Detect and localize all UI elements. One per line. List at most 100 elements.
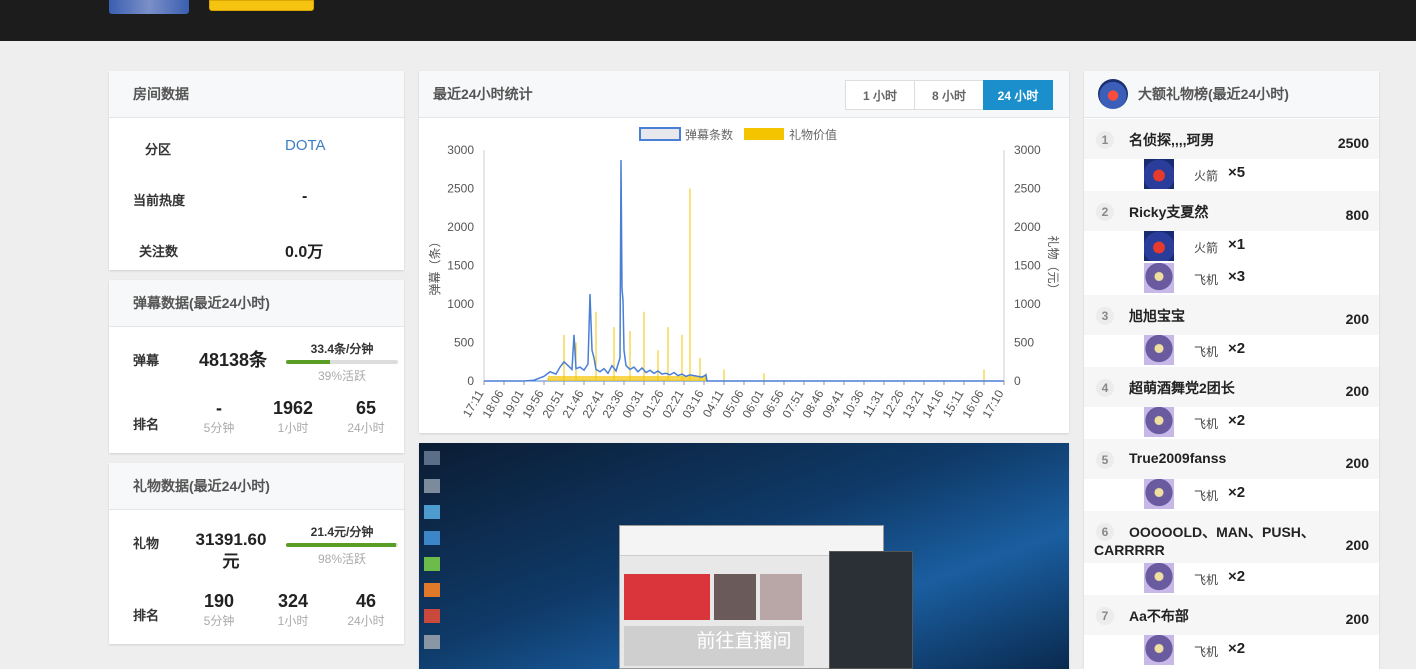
rank-gift-value: 200 xyxy=(1345,383,1369,399)
gift-rate: 21.4元/分钟 xyxy=(310,525,374,539)
x-tick-label: 03:16 xyxy=(679,387,706,420)
rank-number: 6 xyxy=(1096,523,1114,541)
stats-chart-card: 最近24小时统计 1 小时 8 小时 24 小时 0 0 500 500 1000 100… xyxy=(419,71,1069,433)
danmu-active-text: 39%活跃 xyxy=(317,369,367,383)
desktop-icon xyxy=(424,531,440,545)
gift-name: 火箭 xyxy=(1194,169,1219,183)
legend-label-danmu: 弹幕条数 xyxy=(685,127,733,142)
rank-number: 7 xyxy=(1096,607,1114,625)
gift-ranking-header: 大额礼物榜(最近24小时) xyxy=(1084,71,1379,118)
y-tick-label-left: 0 xyxy=(467,374,474,388)
plane-gift-icon xyxy=(1144,479,1174,509)
gift-rank-5min: 190 5分钟 xyxy=(189,591,249,629)
rank-user-name[interactable]: 超萌酒舞党2团长 xyxy=(1129,378,1235,398)
rank-user-name[interactable]: Ricky支夏然 xyxy=(1129,202,1208,222)
gift-count: ×2 xyxy=(1228,412,1246,429)
gift-name: 飞机 xyxy=(1194,273,1219,287)
gift-active-text: 98%活跃 xyxy=(317,552,367,566)
rank-gift-value: 200 xyxy=(1345,455,1369,471)
legend-swatch-danmu xyxy=(639,127,681,141)
rank-user-name-continued[interactable]: CARRRRR xyxy=(1094,542,1165,558)
stream-thumb xyxy=(624,574,710,620)
plane-gift-icon xyxy=(1144,635,1174,665)
y-tick-label-right: 2000 xyxy=(1014,220,1041,234)
followers-value-text: 0.0万 xyxy=(285,244,324,261)
rocket-badge-icon xyxy=(1098,79,1128,109)
rank-user-name[interactable]: OOOOOLD、MAN、PUSH、 xyxy=(1129,522,1315,542)
y-tick-label-left: 500 xyxy=(454,336,474,350)
desktop-icon xyxy=(424,479,440,493)
x-tick-label: 17:10 xyxy=(979,387,1006,420)
heat-value-text: - xyxy=(302,188,308,205)
rank-number: 3 xyxy=(1096,307,1114,325)
rank-gift-value: 200 xyxy=(1345,537,1369,553)
desktop-icon xyxy=(424,451,440,465)
rank-user-name[interactable]: True2009fanss xyxy=(1129,450,1226,466)
rank-user-name[interactable]: 名侦探,,,,珂男 xyxy=(1129,130,1215,150)
gift-count: ×2 xyxy=(1228,484,1246,501)
legend-label-gift: 礼物价值 xyxy=(789,127,837,142)
danmu-rank-5min: - 5分钟 xyxy=(189,398,249,436)
rank-user-name[interactable]: Aa不布部 xyxy=(1129,606,1189,626)
y-axis-label-left: 弹幕（条） xyxy=(428,235,442,295)
follow-button[interactable] xyxy=(209,0,314,11)
y-tick-label-left: 3000 xyxy=(447,143,474,157)
danmu-rank-24h-period: 24小时 xyxy=(347,421,385,435)
rocket-gift-icon xyxy=(1144,231,1174,261)
go-to-live-room-link[interactable]: 前往直播间 xyxy=(419,626,1069,653)
rank-user-name[interactable]: 旭旭宝宝 xyxy=(1129,306,1185,326)
gift-active-bar xyxy=(286,543,398,547)
gift-count: ×1 xyxy=(1228,236,1246,253)
gift-count: ×5 xyxy=(1228,164,1246,181)
plane-gift-icon xyxy=(1144,407,1174,437)
danmu-active-bar xyxy=(286,360,398,364)
gift-rank-1h: 324 1小时 xyxy=(263,591,323,629)
stream-thumb xyxy=(760,574,802,620)
y-tick-label-right: 3000 xyxy=(1014,143,1041,157)
zone-value-link[interactable]: DOTA xyxy=(285,137,326,154)
y-tick-label-left: 2500 xyxy=(447,182,474,196)
danmu-rank-1h-value: 1962 xyxy=(272,398,314,418)
zone-label-text: 分区 xyxy=(145,142,172,157)
gift-total-unit: 元 xyxy=(222,552,240,571)
plane-gift-icon xyxy=(1144,263,1174,293)
streamer-avatar[interactable] xyxy=(109,0,189,14)
y-tick-label-left: 1500 xyxy=(447,259,474,273)
rank-gift-value: 800 xyxy=(1345,207,1369,223)
y-tick-label-left: 1000 xyxy=(447,297,474,311)
stats-line-chart: 0 0 500 500 1000 1000 1500 1500 2000 2000 2500 2500… xyxy=(428,127,1061,421)
gift-rate-block: 21.4元/分钟 98%活跃 xyxy=(286,523,398,567)
zone-value[interactable]: DOTA xyxy=(285,137,326,154)
danmu-label: 弹幕 xyxy=(133,353,160,368)
gift-name: 飞机 xyxy=(1194,345,1219,359)
tab-1-hour[interactable]: 1 小时 xyxy=(845,80,915,110)
y-tick-label-left: 2000 xyxy=(447,220,474,234)
gift-name: 飞机 xyxy=(1194,417,1219,431)
stream-thumb xyxy=(714,574,756,620)
rank-number: 2 xyxy=(1096,203,1114,221)
danmu-rate: 33.4条/分钟 xyxy=(310,342,374,356)
danmu-data-card: 弹幕数据(最近24小时) 弹幕 48138条 33.4条/分钟 39%活跃 排名… xyxy=(109,280,404,453)
gift-rank-5min-period: 5分钟 xyxy=(203,614,235,628)
live-preview-card[interactable]: 前往直播间 xyxy=(419,443,1069,669)
gift-name: 飞机 xyxy=(1194,645,1219,659)
rocket-gift-icon xyxy=(1144,159,1174,189)
danmu-rate-block: 33.4条/分钟 39%活跃 xyxy=(286,340,398,384)
gift-data-title: 礼物数据(最近24小时) xyxy=(109,463,404,510)
y-tick-label-right: 1500 xyxy=(1014,259,1041,273)
x-tick-label: 10:36 xyxy=(839,387,866,420)
danmu-total: 48138条 xyxy=(199,350,268,370)
y-tick-label-right: 500 xyxy=(1014,336,1034,350)
y-tick-label-right: 1000 xyxy=(1014,297,1041,311)
tab-8-hours[interactable]: 8 小时 xyxy=(914,80,984,110)
room-data-title: 房间数据 xyxy=(109,71,404,118)
followers-label: 关注数 xyxy=(139,241,178,260)
rank-gift-value: 200 xyxy=(1345,611,1369,627)
x-tick-label: 14:16 xyxy=(919,387,946,420)
tab-24-hours[interactable]: 24 小时 xyxy=(983,80,1053,110)
danmu-rank-label: 排名 xyxy=(133,417,160,432)
desktop-icon xyxy=(424,609,440,623)
followers-value: 0.0万 xyxy=(285,238,323,262)
y-axis-label-right: 礼物（元） xyxy=(1046,235,1061,295)
danmu-count-line xyxy=(484,160,1004,382)
